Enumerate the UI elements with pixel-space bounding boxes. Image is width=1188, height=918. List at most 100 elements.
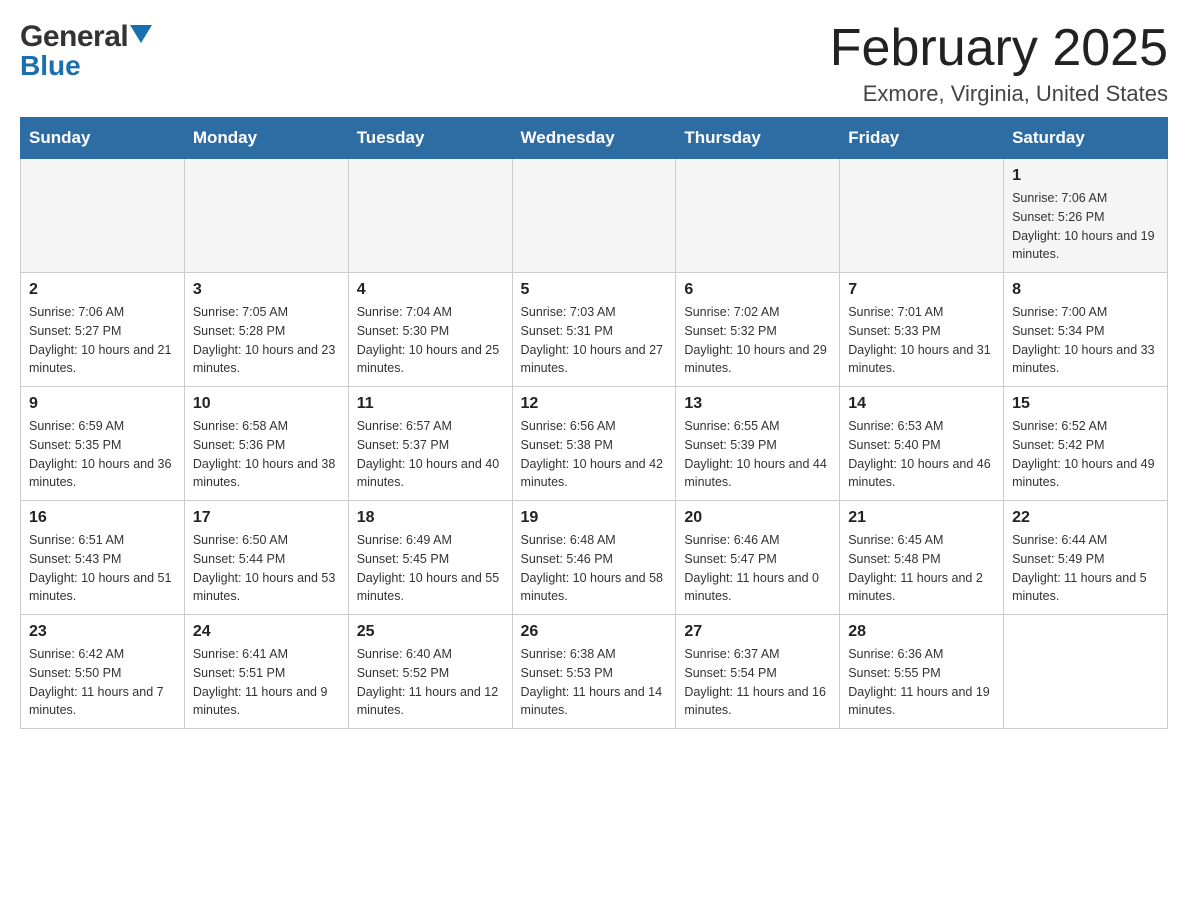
day-sun-info: Sunrise: 6:42 AMSunset: 5:50 PMDaylight:…	[29, 645, 176, 720]
day-sun-info: Sunrise: 6:37 AMSunset: 5:54 PMDaylight:…	[684, 645, 831, 720]
calendar-day-cell: 19 Sunrise: 6:48 AMSunset: 5:46 PMDayligh…	[512, 501, 676, 615]
day-sun-info: Sunrise: 7:06 AMSunset: 5:27 PMDaylight:…	[29, 303, 176, 378]
day-number: 27	[684, 623, 831, 641]
calendar-day-cell: 17Sunrise: 6:50 AMSunset: 5:44 PMDayligh…	[184, 501, 348, 615]
day-number: 15	[1012, 395, 1159, 413]
day-number: 13	[684, 395, 831, 413]
day-number: 1	[1012, 167, 1159, 185]
logo-triangle-icon	[130, 25, 152, 45]
day-sun-info: Sunrise: 6:52 AMSunset: 5:42 PMDaylight:…	[1012, 417, 1159, 492]
calendar-day-cell: 1 Sunrise: 7:06 AMSunset: 5:26 PMDaylight…	[1004, 159, 1168, 273]
calendar-day-cell: 10 Sunrise: 6:58 AMSunset: 5:36 PMDayligh…	[184, 387, 348, 501]
calendar-day-cell: 14 Sunrise: 6:53 AMSunset: 5:40 PMDayligh…	[840, 387, 1004, 501]
calendar-day-cell: 13 Sunrise: 6:55 AMSunset: 5:39 PMDayligh…	[676, 387, 840, 501]
calendar-day-cell: 22 Sunrise: 6:44 AMSunset: 5:49 PMDayligh…	[1004, 501, 1168, 615]
logo-blue-text: Blue	[20, 50, 81, 82]
calendar-week-row: 1 Sunrise: 7:06 AMSunset: 5:26 PMDaylight…	[21, 159, 1168, 273]
day-sun-info: Sunrise: 6:44 AMSunset: 5:49 PMDaylight:…	[1012, 531, 1159, 606]
day-sun-info: Sunrise: 7:01 AMSunset: 5:33 PMDaylight:…	[848, 303, 995, 378]
calendar-day-cell	[1004, 615, 1168, 729]
calendar-week-row: 2 Sunrise: 7:06 AMSunset: 5:27 PMDaylight…	[21, 273, 1168, 387]
calendar-week-row: 16 Sunrise: 6:51 AMSunset: 5:43 PMDayligh…	[21, 501, 1168, 615]
calendar-day-cell: 9 Sunrise: 6:59 AMSunset: 5:35 PMDaylight…	[21, 387, 185, 501]
calendar-day-cell: 20 Sunrise: 6:46 AMSunset: 5:47 PMDayligh…	[676, 501, 840, 615]
day-sun-info: Sunrise: 6:36 AMSunset: 5:55 PMDaylight:…	[848, 645, 995, 720]
calendar-day-cell: 28 Sunrise: 6:36 AMSunset: 5:55 PMDayligh…	[840, 615, 1004, 729]
day-sun-info: Sunrise: 6:55 AMSunset: 5:39 PMDaylight:…	[684, 417, 831, 492]
page-header: General Blue February 2025 Exmore, Virgi…	[20, 20, 1168, 107]
day-number: 21	[848, 509, 995, 527]
day-sun-info: Sunrise: 7:00 AMSunset: 5:34 PMDaylight:…	[1012, 303, 1159, 378]
header-friday: Friday	[840, 118, 1004, 159]
calendar-day-cell	[21, 159, 185, 273]
day-sun-info: Sunrise: 6:53 AMSunset: 5:40 PMDaylight:…	[848, 417, 995, 492]
day-number: 16	[29, 509, 176, 527]
day-sun-info: Sunrise: 6:48 AMSunset: 5:46 PMDaylight:…	[521, 531, 668, 606]
day-number: 22	[1012, 509, 1159, 527]
day-sun-info: Sunrise: 6:38 AMSunset: 5:53 PMDaylight:…	[521, 645, 668, 720]
day-sun-info: Sunrise: 7:02 AMSunset: 5:32 PMDaylight:…	[684, 303, 831, 378]
day-sun-info: Sunrise: 6:58 AMSunset: 5:36 PMDaylight:…	[193, 417, 340, 492]
header-sunday: Sunday	[21, 118, 185, 159]
day-sun-info: Sunrise: 6:51 AMSunset: 5:43 PMDaylight:…	[29, 531, 176, 606]
calendar-day-cell: 7 Sunrise: 7:01 AMSunset: 5:33 PMDaylight…	[840, 273, 1004, 387]
day-sun-info: Sunrise: 6:57 AMSunset: 5:37 PMDaylight:…	[357, 417, 504, 492]
calendar-day-cell: 24 Sunrise: 6:41 AMSunset: 5:51 PMDayligh…	[184, 615, 348, 729]
month-year-title: February 2025	[830, 20, 1168, 77]
day-number: 19	[521, 509, 668, 527]
day-sun-info: Sunrise: 6:41 AMSunset: 5:51 PMDaylight:…	[193, 645, 340, 720]
header-monday: Monday	[184, 118, 348, 159]
day-sun-info: Sunrise: 6:59 AMSunset: 5:35 PMDaylight:…	[29, 417, 176, 492]
header-tuesday: Tuesday	[348, 118, 512, 159]
header-wednesday: Wednesday	[512, 118, 676, 159]
calendar-day-cell: 27 Sunrise: 6:37 AMSunset: 5:54 PMDayligh…	[676, 615, 840, 729]
day-sun-info: Sunrise: 7:06 AMSunset: 5:26 PMDaylight:…	[1012, 189, 1159, 264]
calendar-day-cell: 8 Sunrise: 7:00 AMSunset: 5:34 PMDaylight…	[1004, 273, 1168, 387]
day-sun-info: Sunrise: 6:40 AMSunset: 5:52 PMDaylight:…	[357, 645, 504, 720]
calendar-day-cell: 2 Sunrise: 7:06 AMSunset: 5:27 PMDaylight…	[21, 273, 185, 387]
day-number: 17	[193, 509, 340, 527]
day-number: 18	[357, 509, 504, 527]
day-number: 25	[357, 623, 504, 641]
day-number: 11	[357, 395, 504, 413]
logo-general-text: General	[20, 20, 128, 54]
calendar-day-cell	[348, 159, 512, 273]
calendar-header-row: Sunday Monday Tuesday Wednesday Thursday…	[21, 118, 1168, 159]
calendar-day-cell: 26Sunrise: 6:38 AMSunset: 5:53 PMDayligh…	[512, 615, 676, 729]
day-number: 8	[1012, 281, 1159, 299]
calendar-day-cell: 4Sunrise: 7:04 AMSunset: 5:30 PMDaylight…	[348, 273, 512, 387]
day-number: 3	[193, 281, 340, 299]
day-sun-info: Sunrise: 6:46 AMSunset: 5:47 PMDaylight:…	[684, 531, 831, 606]
calendar-day-cell	[676, 159, 840, 273]
title-block: February 2025 Exmore, Virginia, United S…	[830, 20, 1168, 107]
calendar-day-cell: 21 Sunrise: 6:45 AMSunset: 5:48 PMDayligh…	[840, 501, 1004, 615]
calendar-day-cell: 25 Sunrise: 6:40 AMSunset: 5:52 PMDayligh…	[348, 615, 512, 729]
day-number: 6	[684, 281, 831, 299]
day-sun-info: Sunrise: 7:04 AMSunset: 5:30 PMDaylight:…	[357, 303, 504, 378]
day-number: 10	[193, 395, 340, 413]
calendar-day-cell: 5Sunrise: 7:03 AMSunset: 5:31 PMDaylight…	[512, 273, 676, 387]
day-number: 23	[29, 623, 176, 641]
day-number: 2	[29, 281, 176, 299]
calendar-day-cell	[512, 159, 676, 273]
day-sun-info: Sunrise: 6:45 AMSunset: 5:48 PMDaylight:…	[848, 531, 995, 606]
header-thursday: Thursday	[676, 118, 840, 159]
calendar-day-cell: 3Sunrise: 7:05 AMSunset: 5:28 PMDaylight…	[184, 273, 348, 387]
calendar-day-cell: 11 Sunrise: 6:57 AMSunset: 5:37 PMDayligh…	[348, 387, 512, 501]
calendar-day-cell: 16 Sunrise: 6:51 AMSunset: 5:43 PMDayligh…	[21, 501, 185, 615]
calendar-day-cell: 23 Sunrise: 6:42 AMSunset: 5:50 PMDayligh…	[21, 615, 185, 729]
calendar-day-cell: 12Sunrise: 6:56 AMSunset: 5:38 PMDayligh…	[512, 387, 676, 501]
day-sun-info: Sunrise: 6:49 AMSunset: 5:45 PMDaylight:…	[357, 531, 504, 606]
day-number: 7	[848, 281, 995, 299]
day-number: 14	[848, 395, 995, 413]
location-subtitle: Exmore, Virginia, United States	[830, 81, 1168, 107]
day-number: 9	[29, 395, 176, 413]
logo: General Blue	[20, 20, 152, 82]
calendar-table: Sunday Monday Tuesday Wednesday Thursday…	[20, 117, 1168, 729]
calendar-day-cell	[184, 159, 348, 273]
day-number: 24	[193, 623, 340, 641]
calendar-week-row: 9 Sunrise: 6:59 AMSunset: 5:35 PMDaylight…	[21, 387, 1168, 501]
header-saturday: Saturday	[1004, 118, 1168, 159]
day-number: 20	[684, 509, 831, 527]
day-number: 28	[848, 623, 995, 641]
